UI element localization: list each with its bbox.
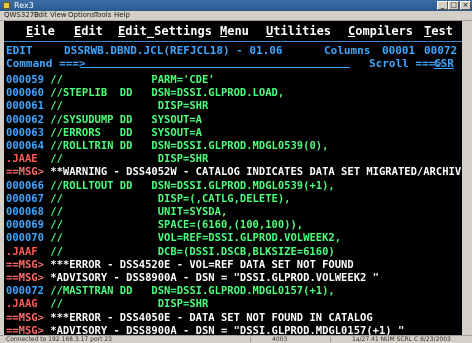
line-number[interactable]: 000062	[6, 114, 44, 126]
title-bar: Rex3 _ □ ×	[0, 0, 472, 11]
source-line[interactable]: 000067 // DISP=(,CATLG,DELETE),	[6, 192, 290, 206]
source-line[interactable]: .JAAE // DISP=SHR	[6, 152, 208, 166]
ispf-menu-edit[interactable]: Edit	[74, 23, 103, 39]
status-session: 4003	[272, 336, 288, 343]
line-number[interactable]: 000070	[6, 232, 44, 244]
line-text: //STEPLIB DD DSN=DSSI.GLPROD.LOAD,	[43, 87, 285, 100]
line-text: //ERRORS DD SYSOUT=A	[43, 126, 202, 139]
source-line[interactable]: 000060 //STEPLIB DD DSN=DSSI.GLPROD.LOAD…	[6, 86, 284, 100]
source-line[interactable]: 000061 // DISP=SHR	[6, 99, 208, 113]
ispf-menu-utilities[interactable]: Utilities	[266, 23, 331, 39]
message-line[interactable]: ==MSG> ***ERROR - DSS4050E - DATA SET NO…	[6, 311, 373, 325]
menu-item-help[interactable]: Help	[114, 11, 130, 20]
line-text: **WARNING - DSS4052W - CATALOG INDICATES…	[43, 166, 462, 179]
ispf-menu-test[interactable]: Test	[424, 23, 453, 39]
line-number[interactable]: .JAAF	[6, 246, 38, 258]
ispf-menu-compilers[interactable]: Compilers	[348, 23, 413, 39]
line-number[interactable]: .JAAG	[6, 298, 38, 310]
line-number[interactable]: 000069	[6, 219, 44, 231]
line-text: //MASTTRAN DD DSN=DSSI.GLPROD.MDGL0157(+…	[43, 285, 335, 298]
scroll-amount-field[interactable]: CSR	[434, 57, 454, 71]
ispf-menu-menu[interactable]: Menu	[220, 23, 249, 39]
line-number[interactable]: 000066	[6, 180, 44, 192]
line-text: *ADVISORY - DSS8900A - DSN = "DSSI.GLPRO…	[43, 272, 379, 284]
line-number[interactable]: .JAAE	[6, 153, 38, 165]
line-text: // VOL=REF=DSSI.GLPROD.VOLWEEK2,	[43, 232, 342, 245]
menu-item-options[interactable]: Options	[68, 11, 95, 20]
window-menu-bar: QWS3270 Edit View Options Tools Help	[0, 11, 472, 21]
source-line[interactable]: 000068 // UNIT=SYSDA,	[6, 205, 227, 219]
status-bar: Connected to 192.168.3.17 port 23 4003 1…	[0, 335, 472, 343]
line-text: //ROLLTRIN DD DSN=DSSI.GLPROD.MDGL0539(0…	[43, 140, 329, 152]
maximize-button[interactable]: □	[448, 1, 459, 10]
line-text: // UNIT=SYSDA,	[43, 206, 228, 218]
source-line[interactable]: 000063 //ERRORS DD SYSOUT=A	[6, 126, 202, 140]
status-connection: Connected to 192.168.3.17 port 23	[6, 336, 112, 343]
source-line[interactable]: 000066 //ROLLTOUT DD DSN=DSSI.GLPROD.MDG…	[6, 179, 335, 193]
line-number[interactable]: 000060	[6, 87, 44, 99]
line-text: // DISP=SHR	[37, 298, 209, 311]
status-divider	[250, 337, 251, 342]
source-line[interactable]: 000069 // SPACE=(6160,(100,100)),	[6, 218, 303, 232]
line-text: // PARM='CDE'	[43, 74, 215, 86]
line-number[interactable]: ==MSG>	[6, 259, 44, 271]
line-text: //SYSUDUMP DD SYSOUT=A	[43, 113, 202, 126]
menu-item-view[interactable]: View	[50, 11, 67, 20]
columns-start: 00001	[382, 44, 416, 57]
status-indicators: 1a/27.41 NUM SCRL C 8/23/2003	[352, 336, 451, 343]
line-text: //ROLLTOUT DD DSN=DSSI.GLPROD.MDGL0539(+…	[43, 179, 335, 192]
line-text: // SPACE=(6160,(100,100)),	[43, 219, 304, 232]
window-title: Rex3	[14, 1, 34, 10]
line-number[interactable]: ==MSG>	[6, 325, 44, 335]
message-line[interactable]: ==MSG> **WARNING - DSS4052W - CATALOG IN…	[6, 165, 462, 179]
line-number[interactable]: 000059	[6, 74, 44, 86]
command-label: Command ===>	[6, 57, 86, 70]
columns-label: Columns	[324, 44, 371, 57]
line-number[interactable]: ==MSG>	[6, 272, 44, 284]
scroll-label: Scroll ===>	[369, 57, 442, 70]
app-icon	[3, 2, 10, 9]
source-line[interactable]: 000059 // PARM='CDE'	[6, 73, 215, 87]
terminal-screen[interactable]: Eile Edit Edit_Settings Menu Utilities C…	[4, 21, 462, 335]
menu-item-tools[interactable]: Tools	[94, 11, 111, 20]
dataset-name: DSSRWB.DBND.JCL(REFJCL18) - 01.06	[64, 44, 283, 57]
line-number[interactable]: 000063	[6, 127, 44, 139]
ispf-menu-edit-settings[interactable]: Edit_Settings	[118, 23, 212, 39]
ispf-action-bar: Eile Edit Edit_Settings Menu Utilities C…	[4, 23, 462, 39]
ispf-menu-file[interactable]: Eile	[26, 23, 55, 39]
source-line[interactable]: 000062 //SYSUDUMP DD SYSOUT=A	[6, 113, 202, 127]
line-number[interactable]: 000068	[6, 206, 44, 218]
menu-item-edit[interactable]: Edit	[34, 11, 48, 20]
source-line[interactable]: .JAAF // DCB=(DSSI.DSCB,BLKSIZE=6160)	[6, 245, 335, 259]
close-button[interactable]: ×	[460, 1, 471, 10]
line-text: // DISP=SHR	[43, 100, 209, 113]
line-text: // DCB=(DSSI.DSCB,BLKSIZE=6160)	[37, 245, 335, 258]
line-number[interactable]: ==MSG>	[6, 312, 44, 324]
minimize-button[interactable]: _	[437, 1, 448, 10]
source-line[interactable]: 000072 //MASTTRAN DD DSN=DSSI.GLPROD.MDG…	[6, 284, 335, 298]
line-number[interactable]: 000064	[6, 140, 44, 152]
action-bar-separator	[4, 41, 462, 42]
message-line[interactable]: ==MSG> *ADVISORY - DSS8900A - DSN = "DSS…	[6, 324, 404, 335]
line-number[interactable]: 000061	[6, 100, 44, 112]
status-divider	[330, 337, 331, 342]
line-number[interactable]: 000072	[6, 285, 44, 297]
line-text: ***ERROR - DSS4050E - DATA SET NOT FOUND…	[43, 311, 373, 324]
line-text: // DISP=(,CATLG,DELETE),	[43, 192, 291, 205]
line-number[interactable]: 000067	[6, 193, 44, 205]
command-input[interactable]	[80, 67, 350, 68]
line-text: *ADVISORY - DSS8900A - DSN = "DSSI.GLPRO…	[43, 324, 405, 335]
line-text: // DISP=SHR	[37, 153, 209, 166]
command-line: Command ===> Scroll ===> CSR	[4, 57, 462, 71]
source-line[interactable]: 000070 // VOL=REF=DSSI.GLPROD.VOLWEEK2,	[6, 231, 341, 245]
columns-end: 00072	[424, 44, 458, 57]
line-number[interactable]: ==MSG>	[6, 166, 44, 178]
message-line[interactable]: ==MSG> *ADVISORY - DSS8900A - DSN = "DSS…	[6, 271, 379, 285]
edit-mode-label: EDIT	[6, 44, 33, 57]
source-line[interactable]: .JAAG // DISP=SHR	[6, 297, 208, 311]
message-line[interactable]: ==MSG> ***ERROR - DSS4520E - VOL=REF DAT…	[6, 258, 354, 272]
line-text: ***ERROR - DSS4520E - VOL=REF DATA SET N…	[43, 258, 354, 271]
source-line[interactable]: 000064 //ROLLTRIN DD DSN=DSSI.GLPROD.MDG…	[6, 139, 328, 153]
